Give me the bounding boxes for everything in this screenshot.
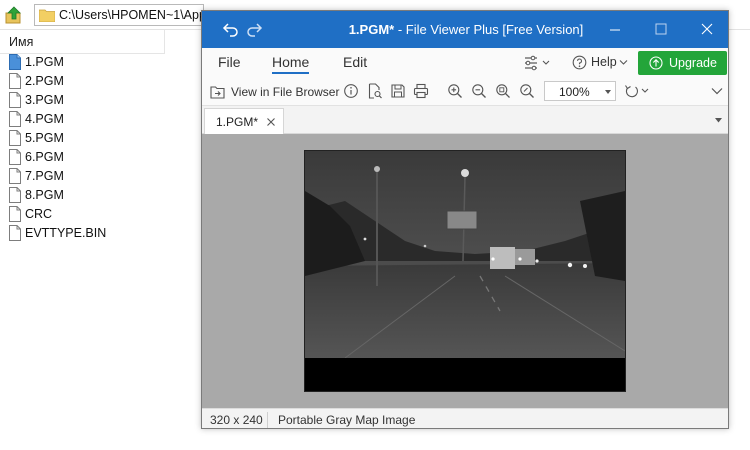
file-item[interactable]: 6.PGM (0, 148, 200, 167)
pgm-image (304, 150, 626, 392)
info-icon[interactable] (343, 83, 359, 99)
tab-close-icon[interactable] (266, 117, 276, 127)
view-in-file-browser-label: View in File Browser (231, 85, 340, 99)
zoom-in-icon[interactable] (447, 83, 463, 99)
open-folder-icon (210, 86, 225, 99)
file-icon (9, 130, 21, 146)
help-label: Help (591, 55, 617, 69)
file-name: 5.PGM (25, 131, 64, 145)
file-name: 8.PGM (25, 188, 64, 202)
file-search-icon[interactable] (367, 83, 383, 99)
file-name: 4.PGM (25, 112, 64, 126)
menu-edit[interactable]: Edit (343, 54, 367, 70)
file-icon (9, 54, 21, 70)
address-text: C:\Users\HPOMEN~1\AppData (59, 8, 204, 22)
name-column-label: Имя (9, 35, 34, 49)
zoom-out-icon[interactable] (471, 83, 487, 99)
file-name: 3.PGM (25, 93, 64, 107)
minimize-icon[interactable] (592, 11, 638, 48)
folder-icon (39, 9, 55, 22)
file-item[interactable]: 2.PGM (0, 72, 200, 91)
file-viewer-window: 1.PGM* - File Viewer Plus [Free Version]… (201, 10, 729, 429)
status-divider (267, 412, 268, 428)
file-icon (9, 168, 21, 184)
print-icon[interactable] (413, 83, 429, 99)
status-bar: 320 x 240 Portable Gray Map Image (202, 408, 728, 428)
upgrade-label: Upgrade (669, 56, 717, 70)
file-item[interactable]: 8.PGM (0, 186, 200, 205)
chevron-down-icon (605, 90, 611, 94)
view-in-file-browser-button[interactable]: View in File Browser (210, 82, 340, 102)
zoom-select[interactable]: 100% (544, 81, 616, 101)
document-tab[interactable]: 1.PGM* (204, 108, 284, 134)
image-dimensions: 320 x 240 (210, 413, 263, 427)
file-item[interactable]: 7.PGM (0, 167, 200, 186)
file-item[interactable]: EVTTYPE.BIN (0, 224, 200, 243)
file-item[interactable]: 1.PGM (0, 53, 200, 72)
close-icon[interactable] (684, 11, 729, 48)
zoom-actual-icon[interactable] (519, 83, 535, 99)
zoom-value: 100% (559, 85, 590, 99)
up-folder-icon[interactable] (4, 5, 24, 25)
chevron-down-icon (619, 60, 628, 65)
tab-label: 1.PGM* (216, 115, 259, 129)
menu-bar: File Home Edit Help Upgrade (202, 48, 728, 78)
tab-list-icon[interactable] (715, 118, 722, 123)
address-input[interactable]: C:\Users\HPOMEN~1\AppData (34, 4, 204, 26)
file-list: 1.PGM 2.PGM 3.PGM 4.PGM 5.PGM 6.PGM 7.PG… (0, 53, 200, 243)
rotate-icon[interactable] (623, 83, 653, 99)
file-icon (9, 187, 21, 203)
maximize-icon[interactable] (638, 11, 684, 48)
help-button[interactable]: Help (571, 53, 631, 73)
file-name: 2.PGM (25, 74, 64, 88)
title-bar[interactable]: 1.PGM* - File Viewer Plus [Free Version] (202, 11, 729, 48)
menu-file[interactable]: File (218, 54, 241, 70)
upgrade-button[interactable]: Upgrade (638, 51, 727, 75)
menu-home[interactable]: Home (272, 54, 310, 74)
file-item[interactable]: CRC (0, 205, 200, 224)
upgrade-arrow-icon (649, 56, 663, 70)
file-name: 6.PGM (25, 150, 64, 164)
file-name: 1.PGM (25, 55, 64, 69)
file-item[interactable]: 5.PGM (0, 129, 200, 148)
file-name: CRC (25, 207, 53, 221)
file-type-label: Portable Gray Map Image (278, 413, 416, 427)
document-tab-bar: 1.PGM* (202, 106, 728, 134)
file-icon (9, 92, 21, 108)
toolbar: View in File Browser 100% (202, 78, 728, 106)
file-icon (9, 225, 21, 241)
collapse-ribbon-icon[interactable] (710, 85, 724, 97)
file-name: EVTTYPE.BIN (25, 226, 107, 240)
settings-icon[interactable] (523, 54, 553, 72)
file-name: 7.PGM (25, 169, 64, 183)
title-app-name: - File Viewer Plus [Free Version] (394, 22, 584, 37)
file-item[interactable]: 4.PGM (0, 110, 200, 129)
zoom-fit-icon[interactable] (495, 83, 511, 99)
file-icon (9, 206, 21, 222)
file-icon (9, 111, 21, 127)
help-icon (572, 55, 587, 70)
file-icon (9, 73, 21, 89)
name-column-header[interactable]: Имя (0, 30, 165, 54)
file-icon (9, 149, 21, 165)
file-item[interactable]: 3.PGM (0, 91, 200, 110)
title-filename: 1.PGM* (348, 22, 395, 37)
image-viewer-pane[interactable] (202, 134, 728, 408)
save-icon[interactable] (390, 83, 406, 99)
